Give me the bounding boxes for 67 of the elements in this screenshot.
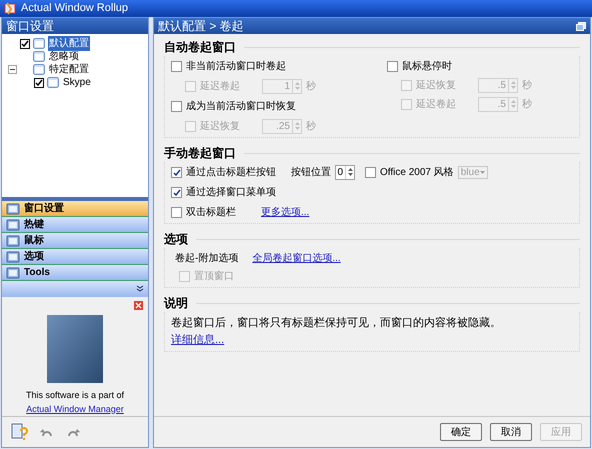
nav-item[interactable]: 选项 <box>2 249 148 265</box>
spin-arrows-icon <box>294 80 300 92</box>
options-label: 卷起-附加选项 <box>175 252 238 266</box>
window-icon <box>33 64 45 75</box>
description-text: 卷起窗口后，窗口将只有标题栏保持可见，而窗口的内容将被隐藏。 <box>171 316 502 331</box>
dialog-button[interactable]: 取消 <box>490 423 532 441</box>
product-link[interactable]: Actual Window Manager <box>26 402 124 416</box>
checkmark-icon <box>35 78 43 86</box>
spin-arrows-icon <box>510 98 516 110</box>
section-title: 说明 <box>164 295 188 312</box>
expander-icon[interactable] <box>8 65 17 74</box>
unit-label: 秒 <box>522 98 532 112</box>
window-icon <box>33 51 45 62</box>
checkbox[interactable]: Office 2007 风格 <box>365 165 454 180</box>
redo-icon[interactable] <box>66 426 80 438</box>
checkmark-icon <box>172 168 180 176</box>
checkbox[interactable]: 鼠标悬停时 <box>387 59 532 74</box>
details-link[interactable]: 详细信息... <box>171 332 224 348</box>
app-icon <box>4 2 17 15</box>
breadcrumb: 默认配置 > 卷起 <box>158 18 244 35</box>
more-options-link[interactable]: 更多选项... <box>261 205 310 220</box>
window-title: Actual Window Rollup <box>21 1 128 16</box>
tree-item[interactable]: 默认配置 <box>48 36 90 51</box>
checkmark-icon <box>172 188 180 196</box>
nav-item[interactable]: Tools <box>2 265 148 281</box>
tree-checkbox[interactable] <box>34 78 44 88</box>
checkbox[interactable]: 双击标题栏 <box>171 205 261 220</box>
checkbox[interactable]: 通过点击标题栏按钮 <box>171 165 291 180</box>
product-box-placeholder <box>47 315 103 383</box>
window-icon <box>47 77 59 88</box>
spin-arrows-icon <box>294 120 300 132</box>
tree-checkbox[interactable] <box>20 38 30 48</box>
close-icon[interactable] <box>134 301 143 310</box>
nav-icon <box>6 218 20 230</box>
section-title: 手动卷起窗口 <box>164 145 236 162</box>
tree-item[interactable]: 忽略项 <box>48 49 80 64</box>
help-icon[interactable] <box>10 423 28 441</box>
caret-icon <box>480 171 485 174</box>
checkmark-icon <box>21 40 29 48</box>
spin-arrows-icon <box>510 79 516 91</box>
field-label: 按钮位置 <box>291 166 331 180</box>
unit-label: 秒 <box>306 80 316 94</box>
number-field[interactable]: 0 <box>335 165 355 180</box>
nav-icon <box>6 250 20 262</box>
nav-item[interactable]: 热键 <box>2 217 148 233</box>
window-icon <box>33 38 45 49</box>
tree-item[interactable]: 特定配置 <box>48 62 90 77</box>
windows-icon[interactable] <box>576 22 586 30</box>
nav-item[interactable]: 窗口设置 <box>2 201 148 217</box>
section-title: 选项 <box>164 231 188 248</box>
chevron-icon[interactable] <box>136 284 144 294</box>
checkbox[interactable]: 成为当前活动窗口时恢复 <box>171 99 371 114</box>
nav-item[interactable]: 鼠标 <box>2 233 148 249</box>
section-title: 自动卷起窗口 <box>164 39 236 56</box>
checkbox[interactable]: 非当前活动窗口时卷起 <box>171 59 371 74</box>
checkbox[interactable]: 通过选择窗口菜单项 <box>171 185 573 200</box>
tree-item[interactable]: Skype <box>62 75 92 90</box>
global-options-link[interactable]: 全局卷起窗口选项... <box>252 251 341 284</box>
nav-icon <box>6 202 20 214</box>
nav-icon <box>6 234 20 246</box>
nav-icon <box>6 266 20 278</box>
spin-arrows-icon <box>346 166 354 178</box>
unit-label: 秒 <box>306 120 316 134</box>
unit-label: 秒 <box>522 78 532 93</box>
dialog-button[interactable]: 确定 <box>440 423 482 441</box>
sidebar-header: 窗口设置 <box>2 18 148 34</box>
promo-text: This software is a part of <box>26 389 124 402</box>
